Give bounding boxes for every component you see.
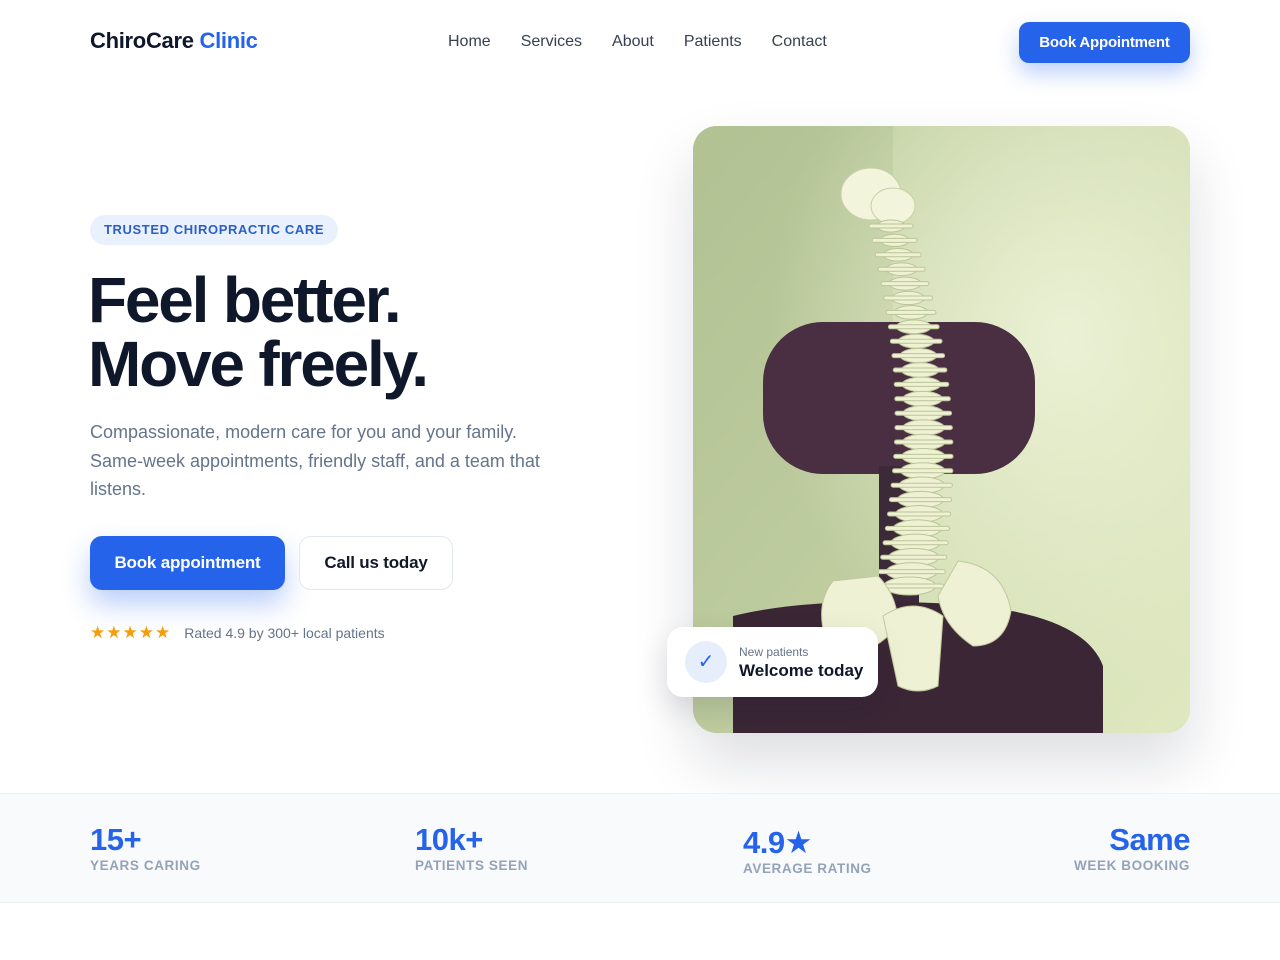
check-icon: ✓ [685, 641, 727, 683]
hero-lead: Compassionate, modern care for you and y… [90, 422, 540, 499]
header-book-appointment-button[interactable]: Book Appointment [1019, 22, 1190, 63]
stat-label: AVERAGE RATING [743, 861, 872, 876]
stat-label: YEARS CARING [90, 858, 201, 873]
nav-services[interactable]: Services [521, 33, 582, 51]
rating-row: ★★★★★ Rated 4.9 by 300+ local patients [90, 623, 385, 643]
book-appointment-button[interactable]: Book appointment [90, 536, 285, 590]
hero-headline-line1: Feel better. [88, 264, 402, 336]
brand-accent: Clinic [199, 28, 258, 53]
hero-headline-line2: Move freely. [88, 328, 429, 400]
stat-label: WEEK BOOKING [1074, 858, 1190, 873]
nav-home[interactable]: Home [448, 33, 491, 51]
main-nav: Home Services About Patients Contact [448, 33, 857, 51]
stat-value: 15+ [90, 822, 142, 857]
new-patients-label: New patients [739, 645, 809, 659]
new-patients-card: ✓ New patients Welcome today [667, 627, 878, 697]
call-us-button[interactable]: Call us today [299, 536, 453, 590]
brand-name: ChiroCare [90, 28, 194, 53]
star-rating-icon: ★★★★★ [90, 623, 172, 642]
stat-booking: Same WEEK BOOKING [1074, 822, 1190, 874]
stat-patients: 10k+ PATIENTS SEEN [415, 822, 529, 874]
stats-strip: 15+ YEARS CARING 10k+ PATIENTS SEEN 4.9★… [0, 793, 1280, 903]
welcome-today-label: Welcome today [739, 661, 864, 680]
nav-about[interactable]: About [612, 33, 654, 51]
hero-headline: Feel better. Move freely. [88, 268, 429, 396]
stat-value: 10k+ [415, 822, 483, 857]
brand-logo[interactable]: ChiroCare Clinic [90, 28, 258, 54]
stat-label: PATIENTS SEEN [415, 858, 529, 873]
stat-value: Same [1109, 822, 1190, 857]
rating-text: Rated 4.9 by 300+ local patients [184, 625, 385, 641]
nav-patients[interactable]: Patients [684, 33, 742, 51]
stat-value: 4.9★ [743, 825, 812, 860]
stat-years: 15+ YEARS CARING [90, 822, 201, 874]
site-header: ChiroCare Clinic Home Services About Pat… [0, 0, 1280, 86]
nav-contact[interactable]: Contact [772, 33, 827, 51]
hero-eyebrow-badge: TRUSTED CHIROPRACTIC CARE [90, 215, 339, 245]
stat-rating: 4.9★ AVERAGE RATING [743, 825, 872, 877]
